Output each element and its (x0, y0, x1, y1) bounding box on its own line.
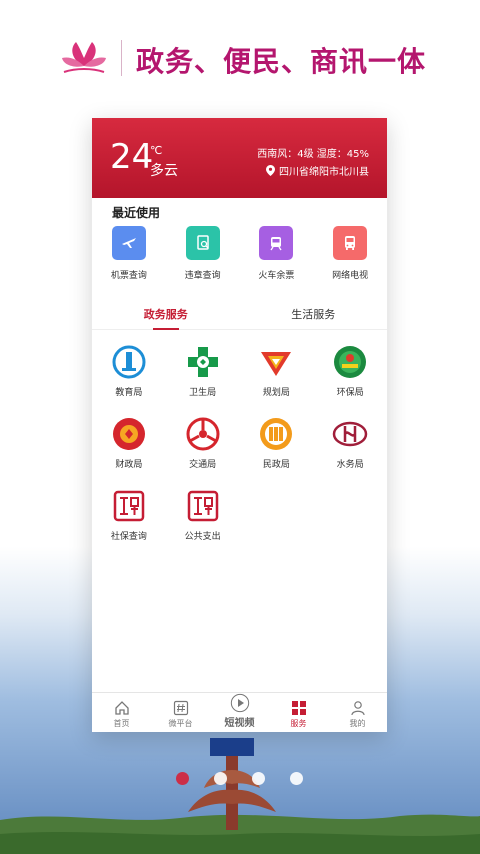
tab-life-services[interactable]: 生活服务 (240, 300, 388, 329)
nav-services[interactable]: 服务 (269, 693, 328, 732)
service-label: 环保局 (336, 388, 364, 398)
finance-bureau-icon (112, 418, 145, 450)
recent-list: 机票查询 违章查询 火车余票 网络电视 (92, 226, 387, 281)
transport-bureau-icon (186, 417, 220, 451)
nav-label: 服务 (290, 719, 307, 728)
health-bureau-icon (187, 347, 218, 377)
recent-item-flight[interactable]: 机票查询 (92, 226, 166, 281)
water-bureau-icon (332, 421, 368, 447)
service-label: 水务局 (336, 460, 364, 470)
service-item-transport[interactable]: 交通局 (166, 416, 240, 470)
bottom-nav: 首页 微平台 短视频 服务 我的 (92, 692, 387, 732)
service-tabs: 政务服务 生活服务 (92, 300, 387, 330)
carousel-dot[interactable] (252, 772, 265, 785)
service-item-environment[interactable]: 环保局 (313, 344, 387, 398)
recent-item-train[interactable]: 火车余票 (240, 226, 314, 281)
landmark-scenery (0, 738, 480, 854)
tab-government-services[interactable]: 政务服务 (92, 300, 240, 330)
wind-humidity: 西南风：4级 湿度：45% (257, 149, 369, 160)
location-pin-icon (266, 165, 275, 176)
service-item-public-expense[interactable]: 公共支出 (166, 488, 240, 542)
nav-short-video[interactable]: 短视频 (210, 693, 269, 732)
service-label: 公共支出 (184, 532, 221, 542)
service-item-health[interactable]: 卫生局 (166, 344, 240, 398)
nav-label: 短视频 (224, 718, 255, 729)
banner-slogan: 政务、便民、商讯一体 (136, 45, 427, 78)
weather-condition: 多云 (150, 163, 178, 179)
service-label: 教育局 (115, 388, 143, 398)
planning-bureau-icon (261, 352, 292, 376)
environment-bureau-icon (334, 346, 367, 378)
top-banner: 政务、便民、商讯一体 (0, 0, 480, 118)
recent-item-tv[interactable]: 网络电视 (313, 226, 387, 281)
service-item-finance[interactable]: 财政局 (92, 416, 166, 470)
recent-item-label: 网络电视 (332, 271, 369, 281)
service-label: 交通局 (189, 460, 217, 470)
weather-card: 24 ℃ 多云 西南风：4级 湿度：45% 四川省绵阳市北川县 (92, 118, 387, 198)
service-item-civil-affairs[interactable]: 民政局 (240, 416, 314, 470)
education-bureau-icon (112, 345, 146, 379)
home-icon (114, 701, 129, 715)
nav-label: 我的 (349, 719, 366, 728)
magnolia-logo-icon (62, 42, 106, 73)
carousel-dots (176, 772, 303, 785)
carousel-dot-active[interactable] (176, 772, 189, 785)
service-grid: 教育局 卫生局 规划局 环保局 财政局 交通局 民政局 水务局 社保查询 公共支… (92, 344, 387, 542)
service-item-water[interactable]: 水务局 (313, 416, 387, 470)
service-item-social-security[interactable]: 社保查询 (92, 488, 166, 542)
carousel-dot[interactable] (290, 772, 303, 785)
service-label: 规划局 (262, 388, 290, 398)
recent-item-label: 火车余票 (258, 271, 295, 281)
nav-profile[interactable]: 我的 (328, 693, 387, 732)
recent-item-label: 违章查询 (184, 271, 221, 281)
user-icon (350, 701, 365, 716)
recent-title: 最近使用 (112, 206, 161, 220)
nav-label: 微平台 (168, 719, 193, 728)
recent-item-label: 机票查询 (110, 271, 147, 281)
location: 四川省绵阳市北川县 (266, 163, 369, 178)
carousel-dot[interactable] (214, 772, 227, 785)
nav-home[interactable]: 首页 (92, 693, 151, 732)
hashtag-icon (173, 700, 188, 716)
nav-label: 首页 (113, 719, 130, 728)
temperature-unit: ℃ (150, 144, 163, 157)
social-security-seal-icon (113, 490, 145, 522)
public-expense-seal-icon (187, 490, 218, 522)
nav-micro-platform[interactable]: 微平台 (151, 693, 210, 732)
bus-icon (333, 226, 368, 260)
service-item-planning[interactable]: 规划局 (240, 344, 314, 398)
document-search-icon (185, 226, 220, 260)
service-label: 民政局 (262, 460, 290, 470)
grid-icon (291, 701, 306, 715)
service-label: 社保查询 (110, 532, 147, 542)
service-label: 卫生局 (189, 388, 217, 398)
train-icon (259, 226, 294, 260)
recent-item-violation[interactable]: 违章查询 (166, 226, 240, 281)
civil-affairs-icon (260, 418, 293, 450)
temperature: 24 (110, 137, 154, 177)
banner-divider (121, 40, 122, 76)
airplane-icon (111, 226, 146, 260)
phone-screen: 24 ℃ 多云 西南风：4级 湿度：45% 四川省绵阳市北川县 最近使用 机票查… (92, 118, 387, 732)
play-icon (230, 693, 249, 713)
location-text: 四川省绵阳市北川县 (279, 167, 369, 178)
service-item-education[interactable]: 教育局 (92, 344, 166, 398)
service-label: 财政局 (115, 460, 143, 470)
